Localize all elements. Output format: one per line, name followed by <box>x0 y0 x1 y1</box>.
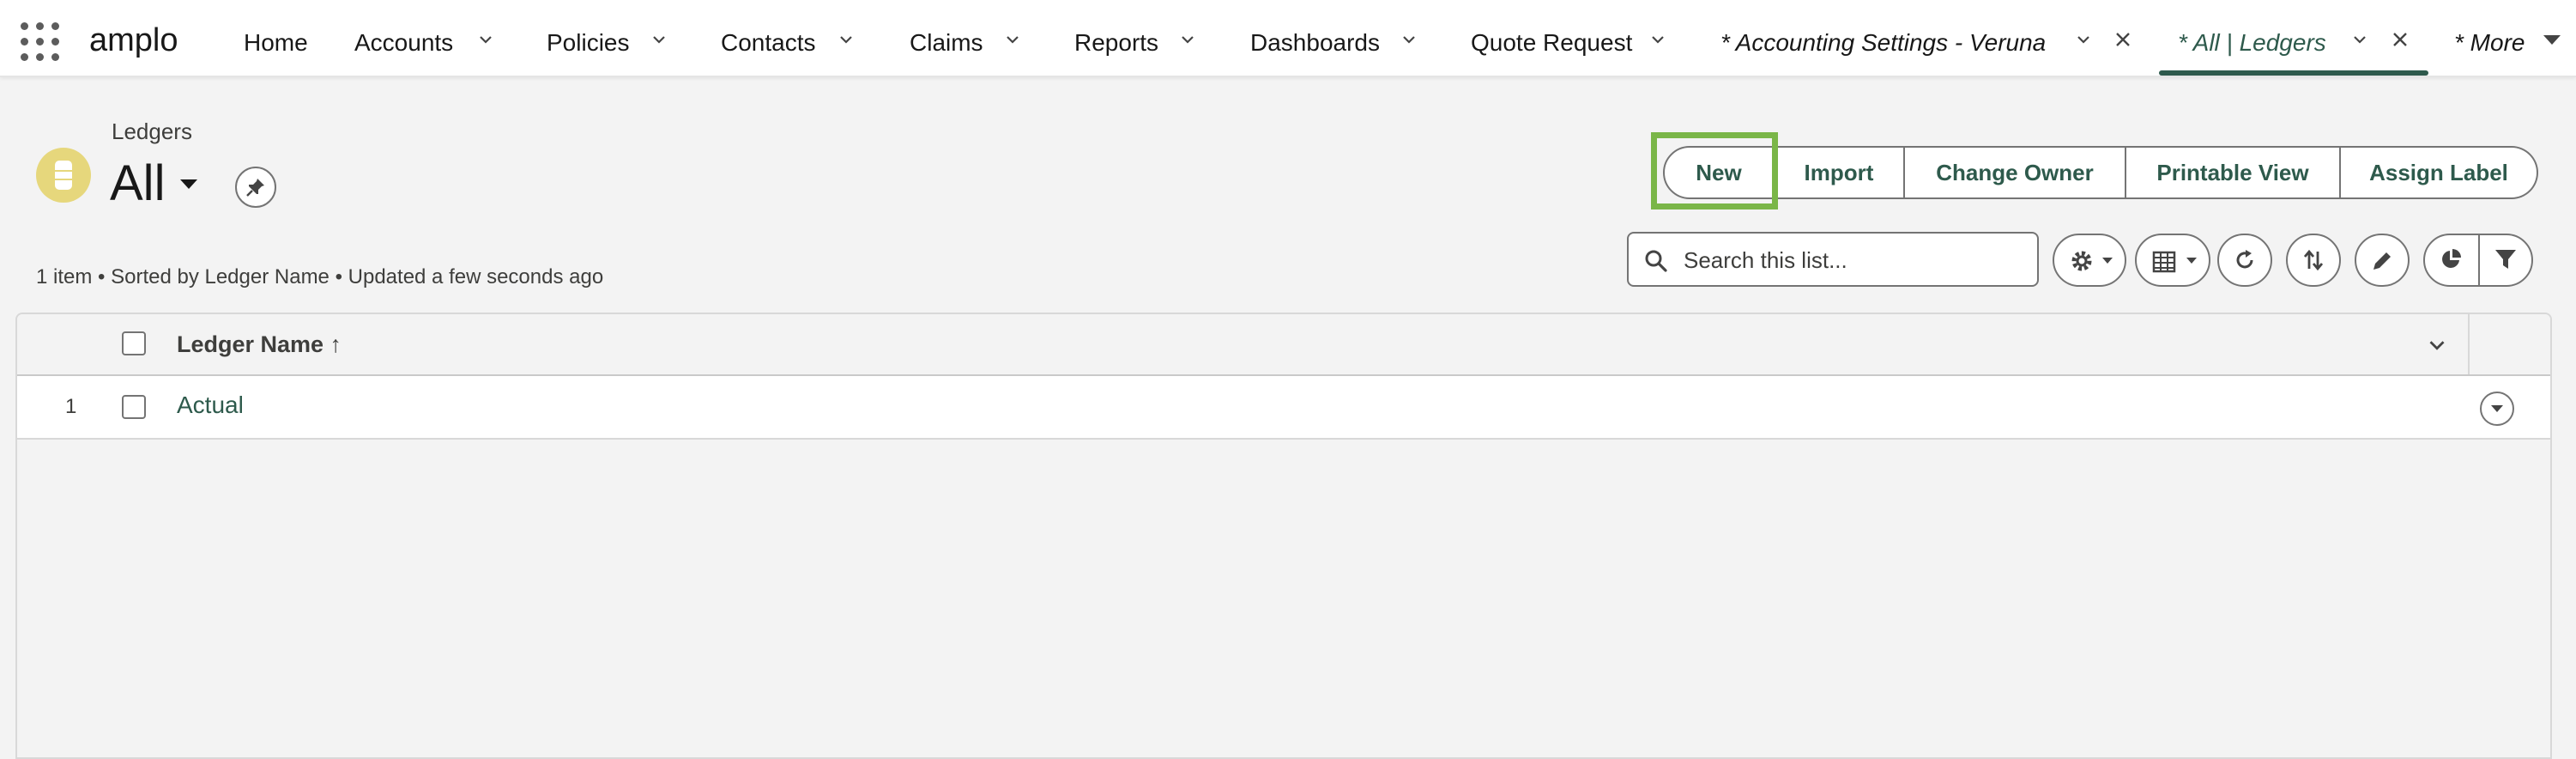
ledger-icon <box>36 148 91 203</box>
chevron-down-icon[interactable] <box>2353 33 2367 46</box>
column-separator <box>2468 314 2470 374</box>
chevron-down-icon[interactable] <box>652 33 666 46</box>
chevron-down-icon[interactable] <box>2077 33 2090 46</box>
close-icon[interactable] <box>2114 31 2132 48</box>
printable-view-button[interactable]: Printable View <box>2126 146 2341 199</box>
sort-button[interactable] <box>2286 234 2341 287</box>
page-title: All <box>110 155 166 211</box>
pin-icon <box>246 179 264 197</box>
chevron-down-icon[interactable] <box>839 33 853 46</box>
list-view-caret-icon[interactable] <box>178 177 199 191</box>
close-icon[interactable] <box>2392 31 2409 48</box>
row-checkbox[interactable] <box>122 395 146 419</box>
ledger-table: Ledger Name ↑ 1 Actual <box>15 313 2552 759</box>
caret-down-icon <box>2102 258 2113 264</box>
tab-all-ledgers[interactable]: * All | Ledgers <box>2178 0 2326 76</box>
search-input[interactable] <box>1682 239 2029 282</box>
pie-chart-icon <box>2442 249 2461 268</box>
display-as-button[interactable] <box>2135 234 2210 287</box>
chevron-down-icon[interactable] <box>2428 337 2446 354</box>
import-button[interactable]: Import <box>1775 146 1905 199</box>
list-actions: New Import Change Owner Printable View A… <box>1663 146 2538 199</box>
assign-label-button[interactable]: Assign Label <box>2341 146 2538 199</box>
breadcrumb: Ledgers <box>112 118 192 144</box>
table-icon <box>2152 251 2176 273</box>
row-actions-button[interactable] <box>2480 392 2514 426</box>
search-icon <box>1645 250 1667 272</box>
chevron-down-icon[interactable] <box>1181 33 1194 46</box>
row-number: 1 <box>65 395 77 418</box>
chevron-down-icon[interactable] <box>1006 33 1019 46</box>
chevron-down-icon[interactable] <box>479 33 493 46</box>
chevron-down-icon[interactable] <box>1651 33 1665 46</box>
list-status: 1 item • Sorted by Ledger Name • Updated… <box>36 265 604 288</box>
nav-more[interactable]: * More <box>2454 0 2525 76</box>
select-all-checkbox[interactable] <box>122 331 146 355</box>
app-launcher-icon[interactable] <box>21 22 60 62</box>
nav-item-accounts[interactable]: Accounts <box>354 0 453 76</box>
filter-icon <box>2495 250 2516 269</box>
ledger-name-link[interactable]: Actual <box>177 392 244 419</box>
charts-button[interactable] <box>2425 235 2478 285</box>
table-row: 1 Actual <box>17 376 2550 440</box>
chevron-down-icon[interactable] <box>1402 33 1416 46</box>
nav-item-contacts[interactable]: Contacts <box>721 0 816 76</box>
top-navigation: amplo Home Accounts Policies Contacts Cl… <box>0 0 2576 77</box>
refresh-button[interactable] <box>2217 234 2272 287</box>
search-box <box>1627 232 2039 287</box>
gear-icon <box>2071 251 2092 271</box>
nav-item-dashboards[interactable]: Dashboards <box>1250 0 1380 76</box>
change-owner-button[interactable]: Change Owner <box>1905 146 2126 199</box>
pencil-icon <box>2373 252 2391 270</box>
new-button[interactable]: New <box>1663 146 1775 199</box>
pin-list-button[interactable] <box>235 167 276 208</box>
nav-item-claims[interactable]: Claims <box>910 0 983 76</box>
table-header: Ledger Name ↑ <box>17 314 2550 376</box>
nav-item-home[interactable]: Home <box>244 0 308 76</box>
caret-down-icon <box>2491 405 2503 412</box>
edit-list-button[interactable] <box>2355 234 2410 287</box>
refresh-icon <box>2236 250 2253 269</box>
sort-icon <box>2303 249 2324 271</box>
chart-filter-group <box>2423 234 2533 287</box>
nav-item-quote-request[interactable]: Quote Request <box>1471 0 1632 76</box>
list-settings-button[interactable] <box>2053 234 2126 287</box>
active-tab-indicator <box>2159 70 2428 76</box>
nav-item-policies[interactable]: Policies <box>547 0 629 76</box>
nav-item-reports[interactable]: Reports <box>1074 0 1158 76</box>
column-header-ledger-name[interactable]: Ledger Name ↑ <box>177 331 342 358</box>
app-name: amplo <box>89 22 178 58</box>
caret-down-icon[interactable] <box>2542 33 2562 46</box>
caret-down-icon <box>2186 258 2197 264</box>
filter-button[interactable] <box>2480 235 2533 285</box>
tab-accounting-settings[interactable]: * Accounting Settings - Veruna <box>1720 0 2046 76</box>
